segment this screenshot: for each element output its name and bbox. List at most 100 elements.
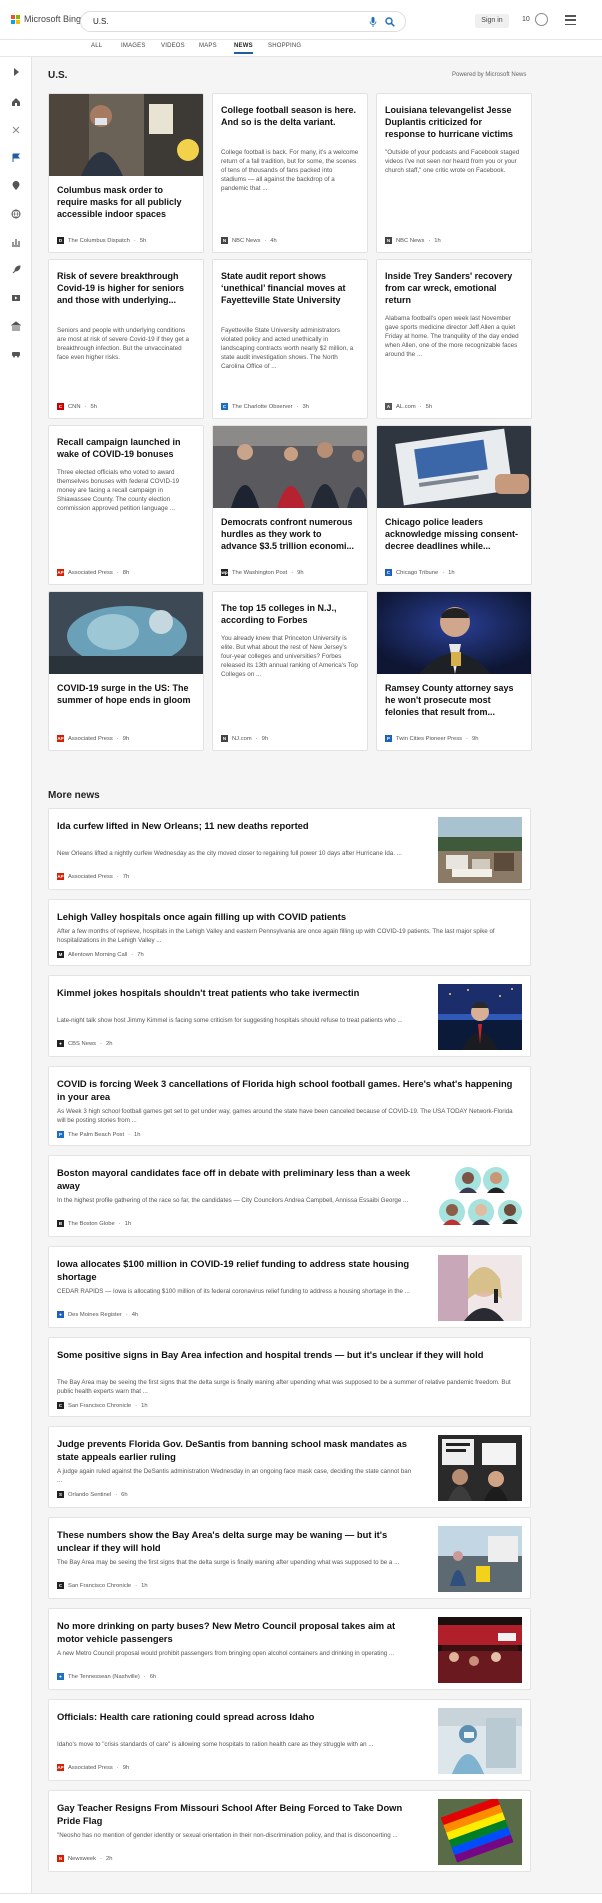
source-name[interactable]: Newsweek: [68, 1856, 96, 1862]
source-name[interactable]: Associated Press: [68, 874, 113, 880]
location-pin-icon[interactable]: [11, 181, 21, 191]
more-news-item[interactable]: These numbers show the Bay Area's delta …: [48, 1517, 531, 1599]
news-card-title[interactable]: Louisiana televangelist Jesse Duplantis …: [385, 104, 523, 140]
news-card[interactable]: College football season is here. And so …: [212, 93, 368, 253]
news-card[interactable]: Inside Trey Sanders' recovery from car w…: [376, 259, 532, 419]
source-name[interactable]: Associated Press: [68, 570, 113, 576]
rewards-points[interactable]: 10: [522, 16, 530, 23]
more-news-item[interactable]: No more drinking on party buses? New Met…: [48, 1608, 531, 1690]
source-name[interactable]: CBS News: [68, 1041, 96, 1047]
news-card-title[interactable]: COVID-19 surge in the US: The summer of …: [57, 682, 195, 706]
rocket-icon[interactable]: [11, 265, 21, 275]
bing-logo[interactable]: Microsoft Bing: [11, 14, 81, 24]
more-news-title-link[interactable]: Some positive signs in Bay Area infectio…: [57, 1348, 522, 1361]
source-name[interactable]: San Francisco Chronicle: [68, 1403, 131, 1409]
source-name[interactable]: NBC News: [232, 238, 260, 244]
more-news-thumbnail[interactable]: [438, 1435, 522, 1501]
news-card[interactable]: Risk of severe breakthrough Covid-19 is …: [48, 259, 204, 419]
more-news-title-link[interactable]: These numbers show the Bay Area's delta …: [57, 1528, 412, 1554]
more-news-thumbnail[interactable]: [438, 1164, 522, 1230]
source-name[interactable]: Des Moines Register: [68, 1312, 122, 1318]
more-news-item[interactable]: Kimmel jokes hospitals shouldn't treat p…: [48, 975, 531, 1057]
home-icon[interactable]: [11, 97, 21, 107]
globe-icon[interactable]: [11, 209, 21, 219]
bank-icon[interactable]: [11, 321, 21, 331]
news-card-title[interactable]: Democrats confront numerous hurdles as t…: [221, 516, 359, 552]
news-card-title[interactable]: State audit report shows ‘unethical’ fin…: [221, 270, 359, 306]
news-card-image[interactable]: [213, 426, 367, 508]
tab-videos[interactable]: VIDEOS: [161, 43, 185, 49]
microphone-icon[interactable]: [369, 17, 377, 27]
tab-maps[interactable]: MAPS: [199, 43, 217, 49]
news-card[interactable]: The top 15 colleges in N.J., according t…: [212, 591, 368, 751]
more-news-title-link[interactable]: Lehigh Valley hospitals once again filli…: [57, 910, 522, 923]
more-news-item[interactable]: Boston mayoral candidates face off in de…: [48, 1155, 531, 1237]
more-news-title-link[interactable]: Kimmel jokes hospitals shouldn't treat p…: [57, 986, 412, 999]
news-card[interactable]: Democrats confront numerous hurdles as t…: [212, 425, 368, 585]
more-news-title-link[interactable]: Gay Teacher Resigns From Missouri School…: [57, 1801, 412, 1827]
news-card-title[interactable]: Inside Trey Sanders' recovery from car w…: [385, 270, 523, 306]
search-icon[interactable]: [385, 17, 395, 27]
more-news-thumbnail[interactable]: [438, 1708, 522, 1774]
hamburger-menu-icon[interactable]: [565, 15, 576, 25]
news-card[interactable]: Columbus mask order to require masks for…: [48, 93, 204, 253]
source-name[interactable]: The Charlotte Observer: [232, 404, 293, 410]
news-card[interactable]: Ramsey County attorney says he won't pro…: [376, 591, 532, 751]
more-news-title-link[interactable]: Officials: Health care rationing could s…: [57, 1710, 412, 1723]
source-name[interactable]: Associated Press: [68, 736, 113, 742]
source-name[interactable]: Orlando Sentinel: [68, 1492, 111, 1498]
news-card-title[interactable]: Chicago police leaders acknowledge missi…: [385, 516, 523, 552]
car-icon[interactable]: [11, 349, 21, 359]
source-name[interactable]: NJ.com: [232, 736, 252, 742]
source-name[interactable]: The Boston Globe: [68, 1221, 115, 1227]
news-card-title[interactable]: Ramsey County attorney says he won't pro…: [385, 682, 523, 718]
more-news-item[interactable]: Judge prevents Florida Gov. DeSantis fro…: [48, 1426, 531, 1508]
source-name[interactable]: Chicago Tribune: [396, 570, 438, 576]
source-name[interactable]: The Washington Post: [232, 570, 287, 576]
source-name[interactable]: CNN: [68, 404, 81, 410]
more-news-thumbnail[interactable]: [438, 817, 522, 883]
more-news-title-link[interactable]: Judge prevents Florida Gov. DeSantis fro…: [57, 1437, 412, 1463]
news-card[interactable]: Recall campaign launched in wake of COVI…: [48, 425, 204, 585]
news-card[interactable]: State audit report shows ‘unethical’ fin…: [212, 259, 368, 419]
source-name[interactable]: The Columbus Dispatch: [68, 238, 130, 244]
news-card-image[interactable]: [377, 426, 531, 508]
more-news-thumbnail[interactable]: [438, 1617, 522, 1683]
news-card[interactable]: Chicago police leaders acknowledge missi…: [376, 425, 532, 585]
sign-in-button[interactable]: Sign in: [475, 14, 509, 28]
more-news-title-link[interactable]: Ida curfew lifted in New Orleans; 11 new…: [57, 819, 412, 832]
news-card-title[interactable]: Risk of severe breakthrough Covid-19 is …: [57, 270, 195, 306]
news-card[interactable]: COVID-19 surge in the US: The summer of …: [48, 591, 204, 751]
more-news-item[interactable]: Officials: Health care rationing could s…: [48, 1699, 531, 1781]
news-card-title[interactable]: Recall campaign launched in wake of COVI…: [57, 436, 195, 460]
chart-icon[interactable]: [11, 237, 21, 247]
tab-images[interactable]: IMAGES: [121, 43, 146, 49]
news-card-title[interactable]: Columbus mask order to require masks for…: [57, 184, 195, 220]
source-name[interactable]: San Francisco Chronicle: [68, 1583, 131, 1589]
more-news-item[interactable]: Lehigh Valley hospitals once again filli…: [48, 899, 531, 966]
more-news-item[interactable]: Gay Teacher Resigns From Missouri School…: [48, 1790, 531, 1872]
expand-arrow-icon[interactable]: [11, 67, 21, 77]
more-news-thumbnail[interactable]: [438, 1255, 522, 1321]
tab-shopping[interactable]: SHOPPING: [268, 43, 301, 49]
flag-icon[interactable]: [11, 153, 21, 163]
source-name[interactable]: Twin Cities Pioneer Press: [396, 736, 462, 742]
tab-news[interactable]: NEWS: [234, 43, 253, 54]
tab-all[interactable]: ALL: [91, 43, 102, 49]
news-card-image[interactable]: [49, 94, 203, 176]
news-card-image[interactable]: [49, 592, 203, 674]
news-card-title[interactable]: The top 15 colleges in N.J., according t…: [221, 602, 359, 626]
news-card-image[interactable]: [377, 592, 531, 674]
more-news-item[interactable]: Ida curfew lifted in New Orleans; 11 new…: [48, 808, 531, 890]
more-news-title-link[interactable]: Boston mayoral candidates face off in de…: [57, 1166, 412, 1192]
more-news-title-link[interactable]: No more drinking on party buses? New Met…: [57, 1619, 412, 1645]
video-icon[interactable]: [11, 293, 21, 303]
source-name[interactable]: Allentown Morning Call: [68, 952, 127, 958]
news-card[interactable]: Louisiana televangelist Jesse Duplantis …: [376, 93, 532, 253]
source-name[interactable]: NBC News: [396, 238, 424, 244]
more-news-item[interactable]: Some positive signs in Bay Area infectio…: [48, 1337, 531, 1417]
search-box[interactable]: U.S.: [80, 11, 406, 32]
more-news-title-link[interactable]: Iowa allocates $100 million in COVID-19 …: [57, 1257, 412, 1283]
news-card-title[interactable]: College football season is here. And so …: [221, 104, 359, 128]
source-name[interactable]: AL.com: [396, 404, 416, 410]
